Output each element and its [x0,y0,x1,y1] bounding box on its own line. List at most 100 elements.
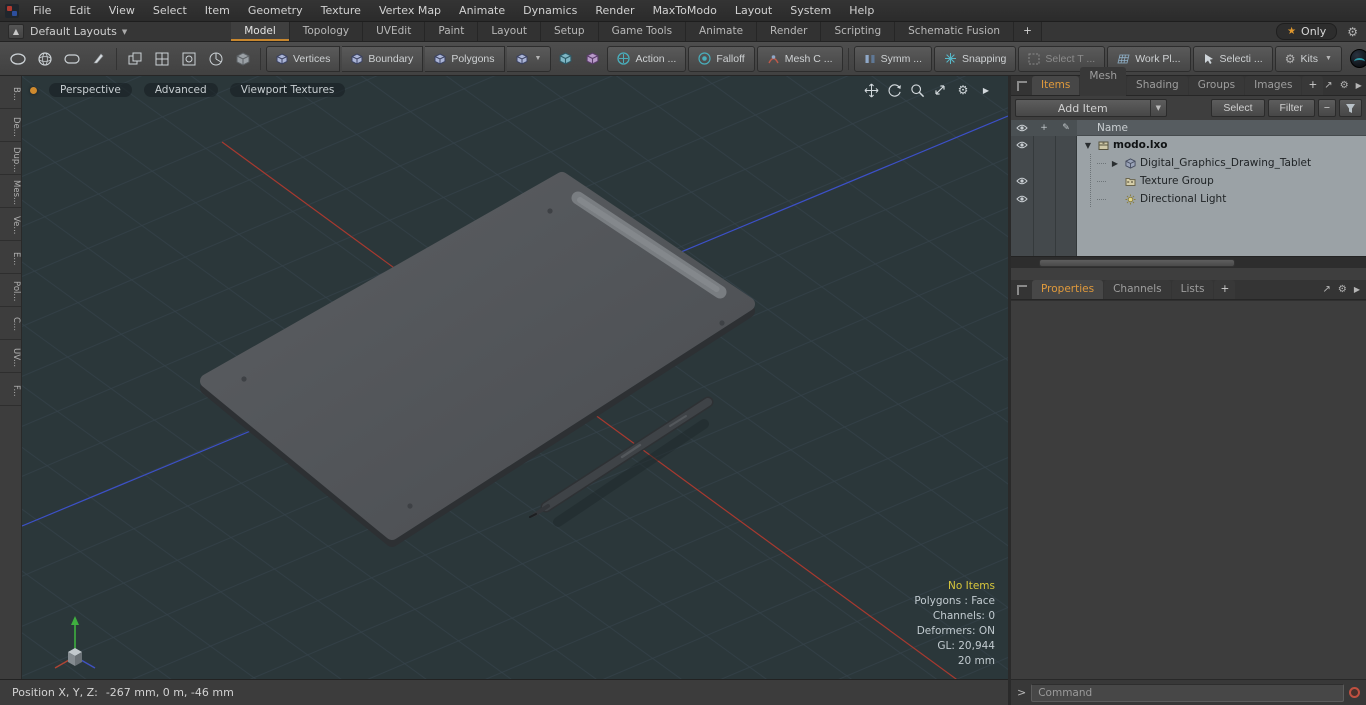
add-item-button[interactable]: Add Item ▼ [1015,99,1167,117]
falloff-button[interactable]: Falloff [688,46,754,72]
eye-icon[interactable] [1011,195,1033,203]
menu-help[interactable]: Help [840,0,883,21]
tab-images[interactable]: Images [1245,76,1301,95]
pan-icon[interactable] [863,82,879,98]
tab-topology[interactable]: Topology [290,22,363,41]
tab-groups[interactable]: Groups [1189,76,1244,95]
menu-maxtomodo[interactable]: MaxToModo [644,0,726,21]
select-button[interactable]: Select [1211,99,1264,117]
duplicate-tool-button[interactable] [122,45,147,72]
tab-layout[interactable]: Layout [478,22,541,41]
toolbox-tab-deform[interactable]: De... [0,109,21,142]
vertices-mode-button[interactable]: Vertices [266,46,340,72]
collapse-button[interactable]: − [1318,99,1336,117]
render-column-header[interactable]: ✎ [1055,120,1077,136]
maximize-icon[interactable] [932,82,948,98]
rotate-icon[interactable] [886,82,902,98]
sphere-tool-button[interactable] [32,45,57,72]
knife-tool-button[interactable] [86,45,111,72]
menu-animate[interactable]: Animate [450,0,514,21]
menu-vertex-map[interactable]: Vertex Map [370,0,450,21]
filter-funnel-button[interactable] [1339,99,1362,117]
menu-system[interactable]: System [781,0,840,21]
tree-row-light[interactable]: Directional Light [1011,190,1366,208]
popout-icon[interactable]: ↗ [1324,80,1332,91]
tree-row-texture-group[interactable]: Texture Group [1011,172,1366,190]
tab-items[interactable]: Items [1032,76,1079,95]
selection-sets-button[interactable]: Selecti ... [1193,46,1273,72]
toolbox-tab-falloff[interactable]: F... [0,373,21,406]
menu-dynamics[interactable]: Dynamics [514,0,586,21]
tab-shading[interactable]: Shading [1127,76,1188,95]
panel-corner-icon[interactable] [1017,81,1027,91]
viewport-tab-advanced[interactable]: Advanced [144,83,218,97]
mesh-constraint-button[interactable]: Mesh C ... [757,46,843,72]
menu-geometry[interactable]: Geometry [239,0,312,21]
pick-column-header[interactable]: + [1033,120,1055,136]
toolbox-tab-edge[interactable]: E... [0,241,21,274]
gear-icon[interactable]: ⚙ [1338,284,1347,295]
visibility-column-header[interactable] [1011,120,1033,136]
scrollbar-thumb[interactable] [1039,259,1234,267]
only-button[interactable]: ★ Only [1276,23,1337,40]
pie-tool-button[interactable] [203,45,228,72]
gear-icon[interactable]: ⚙ [955,82,971,98]
tree-row-scene[interactable]: ▼ modo.lxo [1011,136,1366,154]
layout-selector[interactable]: Default Layouts ▼ [30,25,127,38]
viewport-3d[interactable]: Perspective Advanced Viewport Textures [22,76,1008,679]
tab-render[interactable]: Render [757,22,821,41]
tab-scripting[interactable]: Scripting [821,22,895,41]
menu-edit[interactable]: Edit [60,0,99,21]
menu-item[interactable]: Item [196,0,239,21]
zoom-icon[interactable] [909,82,925,98]
tab-model[interactable]: Model [231,22,290,41]
tab-game-tools[interactable]: Game Tools [599,22,686,41]
eye-icon[interactable] [1011,141,1033,149]
chevron-down-icon[interactable]: ▼ [1083,141,1093,150]
record-macro-icon[interactable] [1349,687,1360,698]
menu-select[interactable]: Select [144,0,196,21]
panel-corner-icon[interactable] [1017,285,1027,295]
add-panel-tab-button[interactable]: + [1214,280,1235,299]
material-mode-button[interactable] [580,45,605,72]
symmetry-button[interactable]: Symm ... [854,46,932,72]
tab-properties[interactable]: Properties [1032,280,1103,299]
tab-uvedit[interactable]: UVEdit [363,22,425,41]
modo-ball-icon[interactable] [1350,49,1366,68]
kits-button[interactable]: ⚙ Kits ▼ [1275,46,1342,72]
boundary-mode-button[interactable]: Boundary [342,46,423,72]
tree-horizontal-scrollbar[interactable] [1011,256,1366,268]
expand-arrow-icon[interactable]: ▶ [978,82,994,98]
tab-lists[interactable]: Lists [1172,280,1214,299]
panel-arrow-icon[interactable]: ▶ [1354,285,1360,294]
tab-setup[interactable]: Setup [541,22,599,41]
menu-layout[interactable]: Layout [726,0,781,21]
viewport-rotation-dot-icon[interactable] [30,87,37,94]
toolbox-tab-vertex[interactable]: Ve... [0,208,21,241]
ellipse-tool-button[interactable] [5,45,30,72]
tree-row-mesh[interactable]: ▶ Digital_Graphics_Drawing_Tablet [1011,154,1366,172]
add-layout-tab-button[interactable]: + [1014,22,1042,41]
toolbox-tab-polygon[interactable]: Pol... [0,274,21,307]
gear-icon[interactable]: ⚙ [1340,80,1349,91]
eye-icon[interactable] [1011,177,1033,185]
menu-file[interactable]: File [24,0,60,21]
name-column-header[interactable]: Name [1077,120,1366,136]
layout-up-button[interactable]: ▲ [8,24,24,39]
toolbox-tab-uv[interactable]: UV... [0,340,21,373]
snapping-button[interactable]: Snapping [934,46,1016,72]
tab-animate[interactable]: Animate [686,22,757,41]
toolbox-tab-duplicate[interactable]: Dup... [0,142,21,175]
selection-mode-dropdown[interactable]: ▼ [507,46,552,72]
chevron-right-icon[interactable]: ▶ [1110,159,1120,168]
item-mode-button[interactable] [553,45,578,72]
filter-button[interactable]: Filter [1268,99,1315,117]
viewport-tab-textures[interactable]: Viewport Textures [230,83,346,97]
toolbox-tab-curve[interactable]: C... [0,307,21,340]
radial-array-tool-button[interactable] [176,45,201,72]
array-tool-button[interactable] [149,45,174,72]
tab-schematic-fusion[interactable]: Schematic Fusion [895,22,1014,41]
menu-view[interactable]: View [100,0,144,21]
add-panel-tab-button[interactable]: + [1302,76,1323,95]
viewport-tab-perspective[interactable]: Perspective [49,83,132,97]
